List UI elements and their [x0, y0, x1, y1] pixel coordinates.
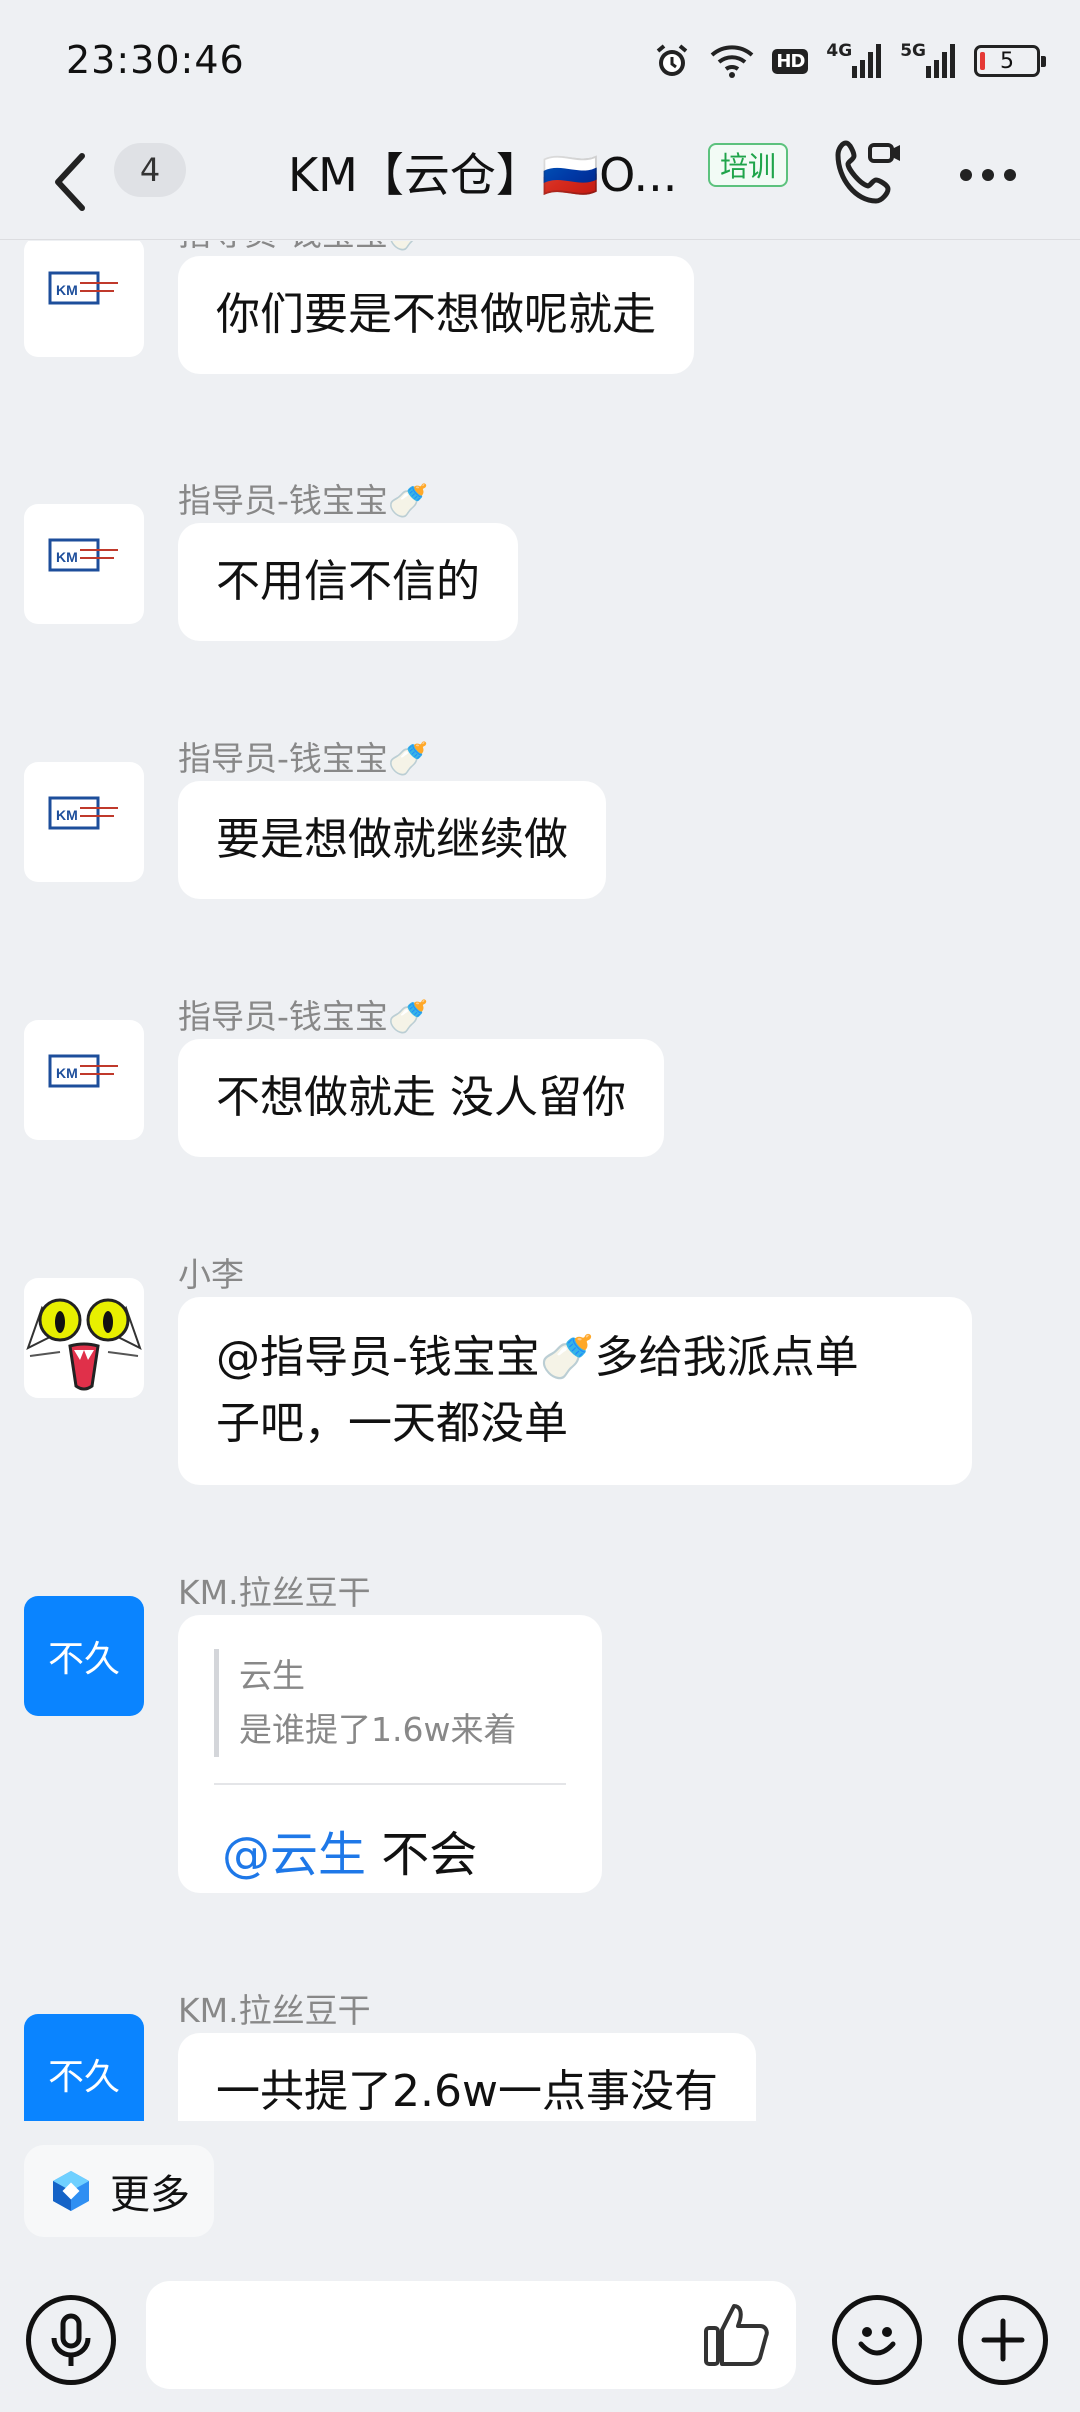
emoji-button[interactable] [832, 2295, 922, 2385]
status-icons: HD 4G 5G 5 [652, 36, 1046, 86]
status-bar: 23:30:46 HD 4G 5G 5 [0, 0, 1080, 125]
unread-count-badge[interactable]: 4 [114, 143, 186, 197]
avatar-km-logo[interactable]: KM [24, 241, 144, 357]
svg-text:KM: KM [56, 549, 78, 565]
quote-reply-bubble[interactable]: 云生 是谁提了1.6w来着 @云生 不会 [178, 1615, 602, 1893]
svg-text:KM: KM [56, 282, 78, 298]
svg-text:KM: KM [56, 1065, 78, 1081]
more-label: 更多 [110, 2172, 190, 2218]
net-5g-label: 5G [900, 41, 926, 61]
input-bar [0, 2260, 1080, 2412]
wifi-icon [710, 43, 754, 79]
message-line: 子吧，一天都没单 [216, 1398, 568, 1449]
back-button[interactable] [50, 137, 100, 227]
message-line: @指导员-钱宝宝🍼多给我派点单 [216, 1332, 859, 1383]
hd-badge: HD [772, 48, 809, 74]
message-input[interactable] [146, 2281, 796, 2389]
mention-link[interactable]: @云生 [222, 1827, 366, 1883]
call-button[interactable] [832, 135, 904, 207]
phone-video-icon [835, 140, 900, 204]
battery-icon: 5 [974, 45, 1046, 77]
emoji-smile-icon [858, 2327, 896, 2356]
svg-text:KM: KM [56, 807, 78, 823]
more-dots-icon[interactable] [952, 145, 1024, 205]
sender-name: 指导员-钱宝宝🍼 [178, 997, 429, 1036]
chat-header: 4 KM【云仓】🇷🇺O... 培训 [0, 125, 1080, 240]
chat-title[interactable]: KM【云仓】🇷🇺O... [288, 139, 677, 205]
avatar-text[interactable]: 不久 [24, 1596, 144, 1716]
avatar-cat[interactable] [24, 1278, 144, 1398]
plus-icon [981, 2318, 1025, 2362]
avatar-km-logo[interactable]: KM [24, 1020, 144, 1140]
group-tag: 培训 [708, 143, 789, 187]
reply-text-line: @云生 不会 [222, 1815, 477, 1885]
message-bubble[interactable]: 你们要是不想做呢就走 [178, 256, 694, 374]
sender-name: KM.拉丝豆干 [178, 1991, 371, 2030]
cube-logo-icon [53, 2171, 89, 2211]
quoted-message[interactable]: 云生 是谁提了1.6w来着 [214, 1649, 516, 1757]
avatar-text[interactable]: 不久 [24, 2014, 144, 2121]
signal-5g-icon: 5G [900, 41, 956, 78]
sender-name: 小李 [178, 1255, 244, 1294]
more-apps-button[interactable]: 更多 [24, 2145, 214, 2237]
microphone-icon [51, 2313, 91, 2366]
message-bubble[interactable]: @指导员-钱宝宝🍼多给我派点单 子吧，一天都没单 [178, 1297, 972, 1485]
thumbs-up-icon [704, 2304, 769, 2366]
message-list[interactable]: KM 指导员-钱宝宝🍼 你们要是不想做呢就走 KM 指导员-钱宝宝🍼 不用信不信… [0, 241, 1080, 2121]
status-time: 23:30:46 [66, 38, 245, 82]
net-4g-label: 4G [826, 41, 853, 61]
sender-name: 指导员-钱宝宝🍼 [178, 739, 429, 778]
sender-name: 指导员-钱宝宝🍼 [178, 481, 429, 520]
add-button[interactable] [958, 2295, 1048, 2385]
battery-level: 5 [1000, 48, 1014, 74]
message-bubble[interactable]: 不用信不信的 [178, 523, 518, 641]
quote-divider [214, 1783, 566, 1785]
message-bubble[interactable]: 一共提了2.6w一点事没有 [178, 2033, 756, 2121]
avatar-km-logo[interactable]: KM [24, 762, 144, 882]
chevron-left-icon [55, 153, 85, 211]
reply-text: 不会 [366, 1827, 478, 1883]
voice-button[interactable] [26, 2295, 116, 2385]
quoted-sender: 云生 [239, 1656, 305, 1695]
quoted-text: 是谁提了1.6w来着 [239, 1710, 517, 1749]
sender-name: 指导员-钱宝宝🍼 [178, 241, 429, 255]
alarm-icon [652, 41, 692, 81]
signal-4g-icon: 4G [826, 41, 882, 78]
sender-name: KM.拉丝豆干 [178, 1573, 371, 1612]
like-button[interactable] [700, 2298, 772, 2370]
message-bubble[interactable]: 要是想做就继续做 [178, 781, 606, 899]
message-bubble[interactable]: 不想做就走 没人留你 [178, 1039, 664, 1157]
avatar-km-logo[interactable]: KM [24, 504, 144, 624]
